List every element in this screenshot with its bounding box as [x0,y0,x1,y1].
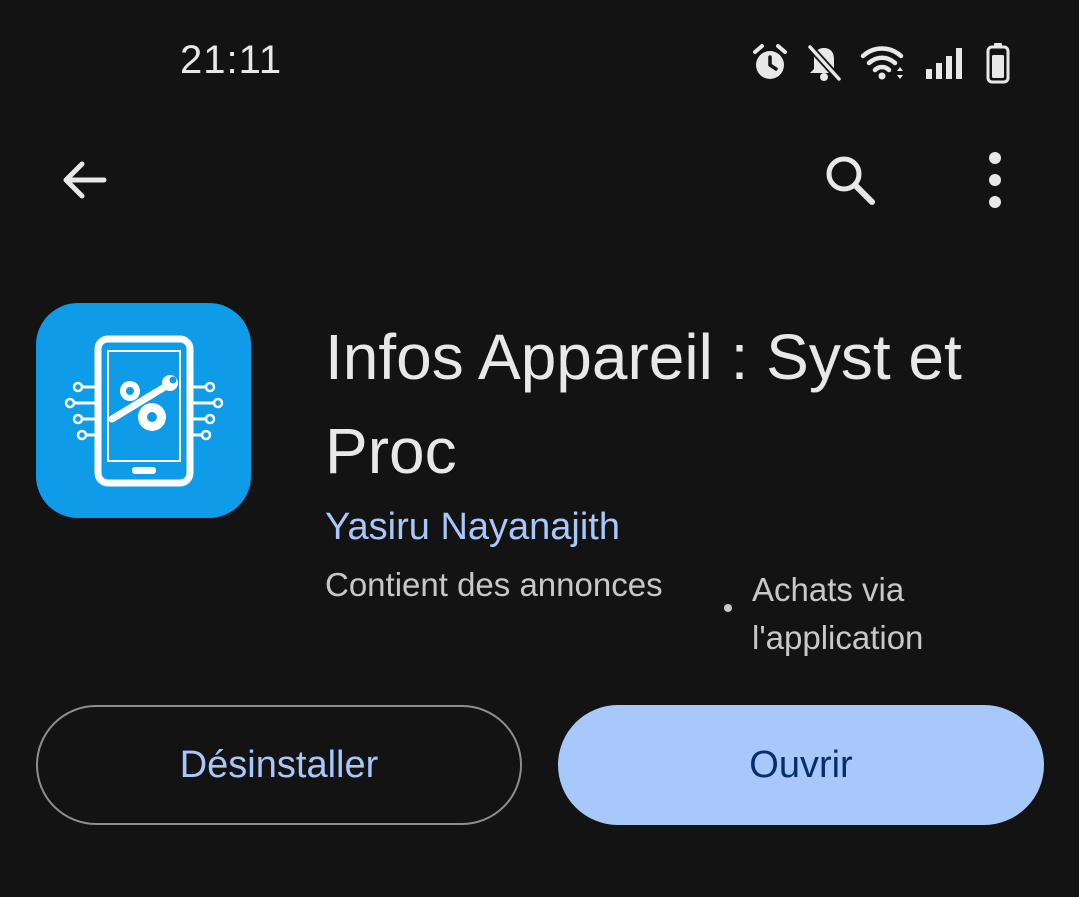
signal-icon [924,43,968,83]
search-button[interactable] [810,140,890,220]
uninstall-button[interactable]: Désinstaller [36,705,522,825]
back-arrow-icon [63,161,107,199]
wifi-icon [860,43,906,83]
back-button[interactable] [44,140,124,220]
search-icon [826,156,875,205]
phone-settings-icon [64,335,223,486]
app-title: Infos Appareil : Syst et Proc [325,321,962,487]
in-app-purchases-label: Achats via l'application [752,571,924,656]
mute-icon [806,43,842,83]
separator-dot [724,604,732,612]
more-options-button[interactable] [955,140,1035,220]
more-vert-icon [989,152,1001,208]
developer-link[interactable]: Yasiru Nayanajith [325,506,620,549]
open-button[interactable]: Ouvrir [558,705,1044,825]
alarm-icon [752,43,788,83]
battery-icon [986,42,1010,84]
app-icon[interactable] [36,303,251,518]
contains-ads-label: Contient des annonces [325,566,663,603]
status-icons [752,40,1010,86]
status-time: 21:11 [180,38,283,82]
